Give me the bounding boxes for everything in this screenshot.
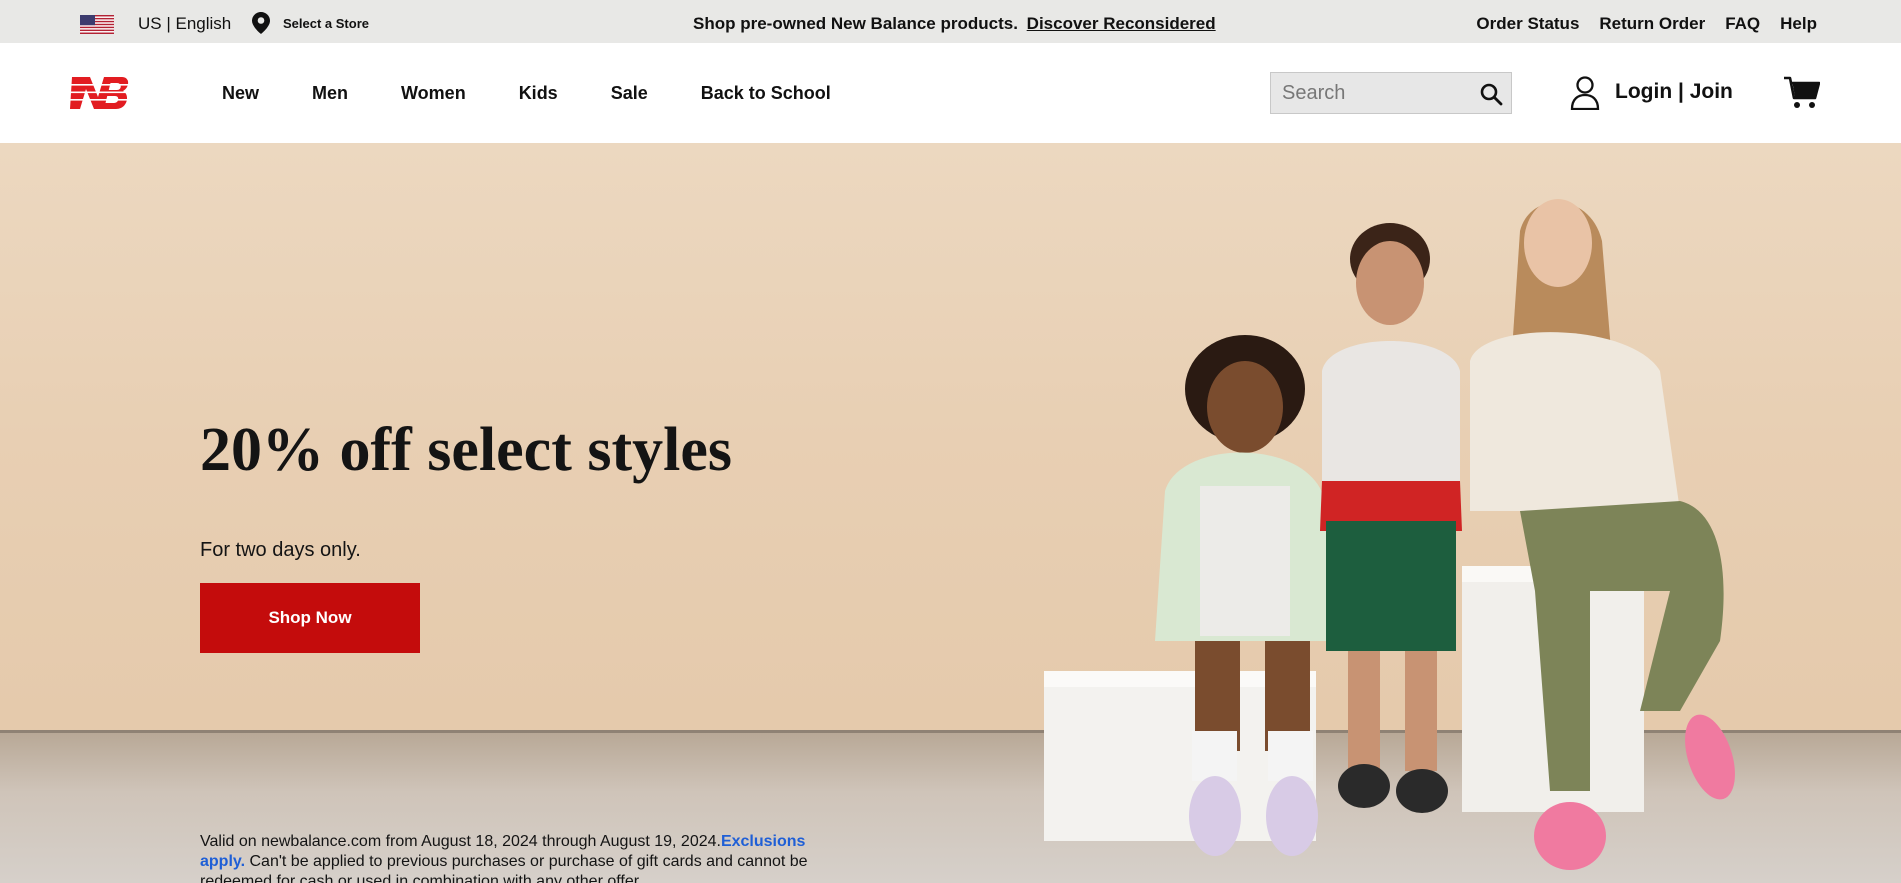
order-status-link[interactable]: Order Status (1476, 14, 1579, 34)
primary-nav: New Men Women Kids Sale Back to School (222, 83, 884, 104)
hero-fineprint: Valid on newbalance.com from August 18, … (200, 832, 850, 883)
cart-icon[interactable] (1784, 76, 1821, 110)
help-link[interactable]: Help (1780, 14, 1817, 34)
search-input[interactable] (1271, 73, 1471, 113)
fineprint-rest: Can't be applied to previous purchases o… (200, 853, 808, 883)
locale-selector[interactable]: US | English (138, 14, 231, 34)
shop-now-button[interactable]: Shop Now (200, 583, 420, 653)
promo-text: Shop pre-owned New Balance products. (693, 14, 1018, 33)
login-join-link[interactable]: Login | Join (1615, 80, 1733, 104)
main-header: New Men Women Kids Sale Back to School L… (0, 43, 1901, 143)
nav-new[interactable]: New (222, 83, 259, 104)
hero-banner: 20% off select styles For two days only.… (0, 143, 1901, 883)
user-icon[interactable] (1570, 76, 1600, 111)
search-icon[interactable] (1479, 82, 1503, 106)
nav-women[interactable]: Women (401, 83, 466, 104)
hero-image-kids (1030, 171, 1890, 883)
discover-reconsidered-link[interactable]: Discover Reconsidered (1027, 14, 1216, 33)
hero-subtext: For two days only. (200, 539, 361, 561)
search-box (1270, 72, 1512, 114)
nav-kids[interactable]: Kids (519, 83, 558, 104)
nav-men[interactable]: Men (312, 83, 348, 104)
us-flag-icon[interactable] (80, 15, 114, 34)
utility-links: Order Status Return Order FAQ Help (1476, 14, 1817, 34)
faq-link[interactable]: FAQ (1725, 14, 1760, 34)
nav-back-to-school[interactable]: Back to School (701, 83, 831, 104)
location-pin-icon[interactable] (252, 12, 270, 34)
return-order-link[interactable]: Return Order (1599, 14, 1705, 34)
hero-headline: 20% off select styles (200, 416, 732, 484)
nb-logo[interactable] (60, 75, 130, 111)
utility-bar: US | English Select a Store Shop pre-own… (0, 0, 1901, 43)
fineprint-text: Valid on newbalance.com from August 18, … (200, 833, 721, 850)
promo-banner: Shop pre-owned New Balance products. Dis… (693, 14, 1216, 34)
select-store-link[interactable]: Select a Store (283, 16, 369, 31)
nav-sale[interactable]: Sale (611, 83, 648, 104)
